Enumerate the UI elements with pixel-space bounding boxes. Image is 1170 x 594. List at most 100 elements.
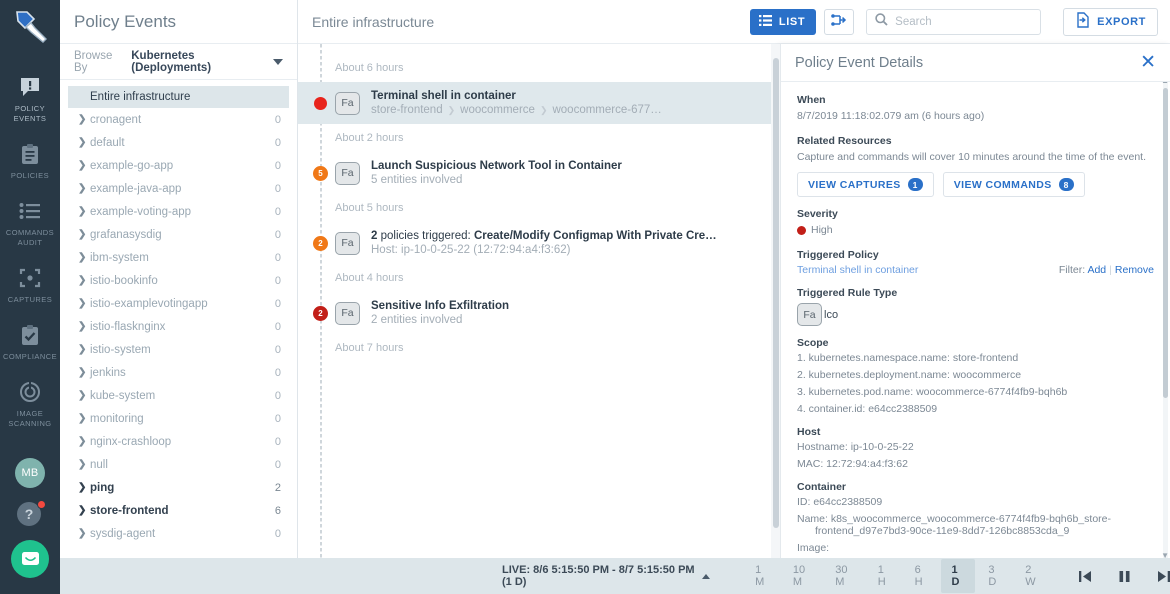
- range-button[interactable]: 1 H: [867, 559, 902, 593]
- help-button[interactable]: ?: [17, 500, 46, 528]
- chevron-right-icon[interactable]: ❯: [78, 390, 86, 401]
- chevron-right-icon[interactable]: ❯: [78, 482, 86, 493]
- tree-item[interactable]: ❯ example-java-app 0: [60, 177, 297, 200]
- sysdig-shovel-logo[interactable]: [8, 6, 52, 48]
- range-button[interactable]: 2 W: [1014, 559, 1051, 593]
- pause-icon[interactable]: [1118, 570, 1131, 583]
- severity-value: High: [811, 224, 833, 236]
- sidebar-item-captures[interactable]: CAPTURES: [0, 255, 60, 312]
- triggered-rule-type-label: Triggered Rule Type: [797, 287, 898, 299]
- container-section: Container ID: e64cc2388509 Name: k8s_woo…: [797, 481, 1154, 554]
- tree-item-label: monitoring: [90, 412, 144, 425]
- chevron-right-icon[interactable]: ❯: [78, 229, 86, 240]
- falco-badge-icon: Fa: [335, 161, 360, 185]
- tree-item-label: null: [90, 458, 108, 471]
- tree-item[interactable]: ❯ istio-bookinfo 0: [60, 269, 297, 292]
- tree-item[interactable]: ❯ example-go-app 0: [60, 154, 297, 177]
- chevron-right-icon[interactable]: ❯: [78, 275, 86, 286]
- range-button[interactable]: 1 M: [744, 559, 780, 593]
- chevron-right-icon[interactable]: ❯: [78, 114, 86, 125]
- sidebar-item-image-scanning[interactable]: IMAGE SCANNING: [0, 369, 60, 436]
- chevron-right-icon[interactable]: ❯: [78, 505, 86, 516]
- live-range-selector[interactable]: LIVE: 8/6 5:15:50 PM - 8/7 5:15:50 PM (1…: [502, 564, 711, 588]
- tree-item[interactable]: ❯ istio-system 0: [60, 338, 297, 361]
- filter-add-link[interactable]: Add: [1087, 264, 1106, 276]
- tree-item[interactable]: ❯ sysdig-agent 0: [60, 522, 297, 545]
- tree-item[interactable]: ❯ istio-examplevotingapp 0: [60, 292, 297, 315]
- alert-bubble-icon: [2, 73, 58, 101]
- tree-item-count: 0: [274, 297, 281, 310]
- chevron-right-icon[interactable]: ❯: [78, 183, 86, 194]
- tree-item[interactable]: ❯ cronagent 0: [60, 108, 297, 131]
- tree-item[interactable]: ❯ store-frontend 6: [60, 499, 297, 522]
- close-icon[interactable]: ✕: [1140, 53, 1156, 72]
- tree-item-count: 0: [274, 458, 281, 471]
- export-button[interactable]: EXPORT: [1063, 7, 1158, 36]
- live-range-label: LIVE: 8/6 5:15:50 PM - 8/7 5:15:50 PM (1…: [502, 564, 695, 588]
- chevron-right-icon[interactable]: ❯: [78, 436, 86, 447]
- chevron-right-icon[interactable]: ❯: [78, 252, 86, 263]
- range-button[interactable]: 30 M: [824, 559, 864, 593]
- tree-item[interactable]: ❯ ibm-system 0: [60, 246, 297, 269]
- chevron-right-icon[interactable]: ❯: [78, 413, 86, 424]
- tree-item-label: ping: [90, 481, 115, 494]
- notification-dot: [37, 500, 46, 509]
- sidebar-item-policy-events[interactable]: POLICY EVENTS: [0, 64, 60, 131]
- time-navigation-bar: LIVE: 8/6 5:15:50 PM - 8/7 5:15:50 PM (1…: [60, 558, 1170, 594]
- tree-item-count: 0: [274, 159, 281, 172]
- tree-item[interactable]: ❯ ping 2: [60, 476, 297, 499]
- view-captures-label: VIEW CAPTURES: [808, 178, 901, 191]
- triggered-policy-link[interactable]: Terminal shell in container: [797, 264, 918, 276]
- range-button[interactable]: 6 H: [904, 559, 939, 593]
- browse-by-dropdown[interactable]: Browse By Kubernetes (Deployments): [60, 44, 297, 80]
- browse-panel: Policy Events Browse By Kubernetes (Depl…: [60, 0, 298, 594]
- tree-item[interactable]: ❯ default 0: [60, 131, 297, 154]
- filter-actions: Filter: Add | Remove: [1058, 264, 1154, 276]
- chevron-right-icon[interactable]: ❯: [78, 160, 86, 171]
- host-section: Host Hostname: ip-10-0-25-22 MAC: 12:72:…: [797, 426, 1154, 470]
- tree-item[interactable]: ❯ kube-system 0: [60, 384, 297, 407]
- skip-back-icon[interactable]: [1079, 570, 1092, 583]
- search-input[interactable]: [895, 15, 1033, 28]
- tree-item[interactable]: ❯ istio-flasknginx 0: [60, 315, 297, 338]
- avatar[interactable]: MB: [15, 458, 45, 488]
- scroll-down-arrow[interactable]: ▼: [1161, 551, 1169, 558]
- view-commands-button[interactable]: VIEW COMMANDS 8: [942, 172, 1085, 197]
- tree-item[interactable]: ❯ nginx-crashloop 0: [60, 430, 297, 453]
- sidebar-item-compliance[interactable]: COMPLIANCE: [0, 312, 60, 369]
- chevron-right-icon[interactable]: ❯: [78, 298, 86, 309]
- tree-item[interactable]: ❯ jenkins 0: [60, 361, 297, 384]
- scope-item: 3. kubernetes.pod.name: woocommerce-6774…: [797, 386, 1068, 398]
- tree-item-entire-infrastructure[interactable]: Entire infrastructure: [68, 86, 289, 108]
- range-button[interactable]: 3 D: [977, 559, 1012, 593]
- sidebar-item-policies[interactable]: POLICIES: [0, 131, 60, 188]
- tree-item[interactable]: ❯ grafanasysdig 0: [60, 223, 297, 246]
- chevron-right-icon[interactable]: ❯: [78, 344, 86, 355]
- list-view-button[interactable]: LIST: [749, 8, 817, 35]
- chevron-right-icon[interactable]: ❯: [78, 137, 86, 148]
- chevron-right-icon[interactable]: ❯: [78, 459, 86, 470]
- chevron-right-icon[interactable]: ❯: [78, 367, 86, 378]
- skip-forward-icon[interactable]: [1157, 570, 1170, 583]
- details-scroll-thumb[interactable]: [1163, 88, 1168, 398]
- scroll-up-arrow[interactable]: ▲: [1161, 82, 1169, 85]
- sidebar-item-commands-audit[interactable]: COMMANDS AUDIT: [0, 188, 60, 255]
- chevron-right-icon[interactable]: ❯: [78, 206, 86, 217]
- chevron-right-icon[interactable]: ❯: [78, 528, 86, 539]
- range-button[interactable]: 1 D: [940, 559, 976, 593]
- chevron-right-icon[interactable]: ❯: [78, 321, 86, 332]
- topology-view-button[interactable]: [824, 8, 855, 35]
- chat-bubble-icon[interactable]: [11, 540, 49, 578]
- tree-item-count: 0: [274, 228, 281, 241]
- range-button[interactable]: 10 M: [782, 559, 822, 593]
- search-box[interactable]: [866, 8, 1042, 35]
- tree-item-count: 0: [274, 251, 281, 264]
- filter-remove-link[interactable]: Remove: [1115, 264, 1154, 276]
- sidebar-item-label: IMAGE SCANNING: [8, 409, 52, 428]
- tree-item[interactable]: ❯ null 0: [60, 453, 297, 476]
- tree-item[interactable]: ❯ example-voting-app 0: [60, 200, 297, 223]
- scrollbar-thumb[interactable]: [773, 58, 779, 528]
- view-captures-button[interactable]: VIEW CAPTURES 1: [797, 172, 934, 197]
- details-outer-scrollbar[interactable]: [771, 44, 781, 558]
- tree-item[interactable]: ❯ monitoring 0: [60, 407, 297, 430]
